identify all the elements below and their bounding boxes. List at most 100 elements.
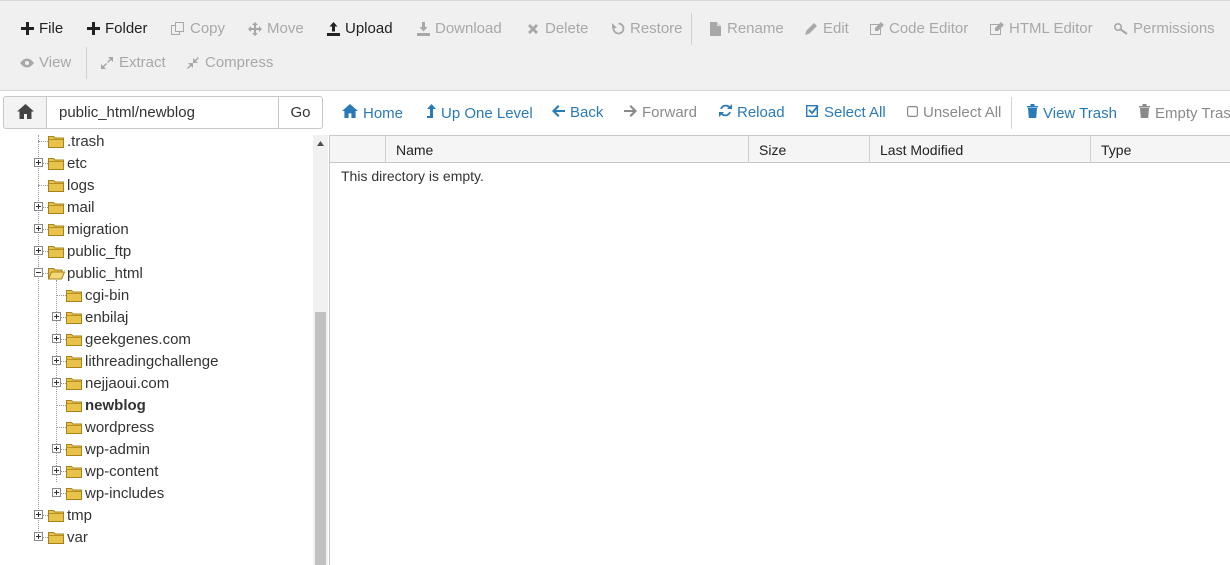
tree-item[interactable]: public_html: [48, 262, 143, 284]
column-header-name[interactable]: Name: [386, 136, 749, 163]
new-folder-button[interactable]: Folder: [86, 20, 148, 37]
tree-item[interactable]: logs: [48, 174, 95, 196]
file-icon: [708, 21, 722, 36]
up-one-level-button[interactable]: Up One Level: [427, 104, 533, 122]
delete-button[interactable]: Delete: [526, 20, 588, 37]
back-button[interactable]: Back: [552, 104, 603, 121]
tree-item[interactable]: wp-content: [66, 460, 158, 482]
tree-item[interactable]: migration: [48, 218, 129, 240]
tree-item[interactable]: nejjaoui.com: [66, 372, 169, 394]
scroll-up-arrow-icon[interactable]: [313, 137, 328, 149]
edit-square-icon: [990, 22, 1004, 35]
tree-item[interactable]: cgi-bin: [66, 284, 129, 306]
home-button[interactable]: Home: [342, 104, 403, 122]
trash-icon: [1027, 104, 1038, 122]
folder-icon: [66, 421, 85, 434]
html-editor-button[interactable]: HTML Editor: [990, 20, 1093, 37]
expand-toggle-icon[interactable]: [52, 466, 61, 475]
folder-icon: [66, 311, 85, 324]
expand-toggle-icon[interactable]: [34, 224, 43, 233]
restore-button[interactable]: Restore: [611, 20, 683, 37]
column-header-last-modified[interactable]: Last Modified: [870, 136, 1091, 163]
tree-item[interactable]: tmp: [48, 504, 92, 526]
empty-trash-button[interactable]: Empty Trash: [1139, 104, 1230, 122]
expand-toggle-icon[interactable]: [34, 202, 43, 211]
extract-button[interactable]: Extract: [100, 54, 166, 71]
expand-icon: [100, 56, 114, 69]
new-file-button[interactable]: File: [20, 20, 63, 37]
tree-item[interactable]: enbilaj: [66, 306, 128, 328]
tree-item[interactable]: etc: [48, 152, 87, 174]
tree-item[interactable]: newblog: [66, 394, 146, 416]
expand-toggle-icon[interactable]: [52, 488, 61, 497]
move-button[interactable]: Move: [248, 20, 304, 37]
tree-connector: [56, 295, 66, 296]
directory-tree: .trash etc logs mail migration public_ftp publ…: [0, 135, 313, 565]
edit-button[interactable]: Edit: [804, 20, 849, 37]
expand-toggle-icon[interactable]: [34, 246, 43, 255]
move-icon: [248, 21, 262, 36]
permissions-button[interactable]: Permissions: [1114, 20, 1215, 37]
view-button[interactable]: View: [20, 54, 71, 71]
tree-item-label: logs: [67, 176, 95, 194]
rename-button[interactable]: Rename: [708, 20, 784, 37]
folder-icon: [66, 355, 85, 368]
arrow-right-icon: [624, 104, 637, 121]
expand-toggle-icon[interactable]: [52, 356, 61, 365]
tree-item[interactable]: var: [48, 526, 88, 548]
tree-item-label: cgi-bin: [85, 286, 130, 304]
reload-button[interactable]: Reload: [719, 104, 785, 121]
pencil-icon: [804, 22, 818, 35]
tree-connector: [56, 427, 66, 428]
expand-toggle-icon[interactable]: [52, 444, 61, 453]
toolbar: File Folder Copy Move Upload Download De…: [0, 0, 1230, 91]
folder-icon: [66, 465, 85, 478]
toolbar-separator: [86, 47, 87, 79]
expand-toggle-icon[interactable]: [52, 378, 61, 387]
upload-button[interactable]: Upload: [326, 20, 393, 37]
code-editor-button[interactable]: Code Editor: [870, 20, 968, 37]
expand-toggle-icon[interactable]: [52, 312, 61, 321]
download-button[interactable]: Download: [416, 20, 502, 37]
tree-scrollbar[interactable]: [313, 135, 328, 565]
tree-item[interactable]: .trash: [48, 135, 105, 152]
path-input[interactable]: [46, 96, 279, 129]
forward-button[interactable]: Forward: [624, 104, 697, 121]
go-button[interactable]: Go: [278, 96, 323, 129]
view-trash-button[interactable]: View Trash: [1027, 104, 1117, 122]
refresh-icon: [719, 104, 732, 121]
expand-toggle-icon[interactable]: [34, 158, 43, 167]
expand-toggle-icon[interactable]: [34, 510, 43, 519]
tree-connector: [38, 141, 48, 142]
compress-button[interactable]: Compress: [186, 54, 273, 71]
tree-item-label: lithreadingchallenge: [85, 352, 219, 370]
tree-item[interactable]: lithreadingchallenge: [66, 350, 218, 372]
tree-item-label: tmp: [67, 506, 93, 524]
tree-item[interactable]: wordpress: [66, 416, 154, 438]
home-icon: [16, 103, 34, 122]
tree-item[interactable]: wp-admin: [66, 438, 150, 460]
column-header-size[interactable]: Size: [749, 136, 870, 163]
unselect-all-button[interactable]: Unselect All: [907, 104, 1001, 121]
expand-toggle-icon[interactable]: [52, 334, 61, 343]
folder-icon: [66, 443, 85, 456]
tree-item[interactable]: geekgenes.com: [66, 328, 191, 350]
tree-connector: [38, 185, 48, 186]
tree-item[interactable]: wp-includes: [66, 482, 164, 504]
tree-item[interactable]: public_ftp: [48, 240, 131, 262]
select-all-button[interactable]: Select All: [805, 104, 886, 121]
scroll-thumb[interactable]: [315, 312, 326, 565]
copy-button[interactable]: Copy: [171, 20, 225, 37]
tree-item-label: etc: [67, 154, 88, 172]
home-directory-button[interactable]: [3, 96, 47, 129]
collapse-toggle-icon[interactable]: [34, 268, 43, 277]
expand-toggle-icon[interactable]: [34, 532, 43, 541]
column-header-type[interactable]: Type: [1091, 136, 1230, 163]
tree-item[interactable]: mail: [48, 196, 95, 218]
copy-icon: [171, 21, 185, 36]
folder-icon: [48, 135, 67, 148]
file-table: Name Size Last Modified Type This direct…: [329, 135, 1230, 565]
column-header-icon[interactable]: [330, 136, 386, 163]
folder-icon: [48, 201, 67, 214]
close-icon: [526, 23, 540, 35]
